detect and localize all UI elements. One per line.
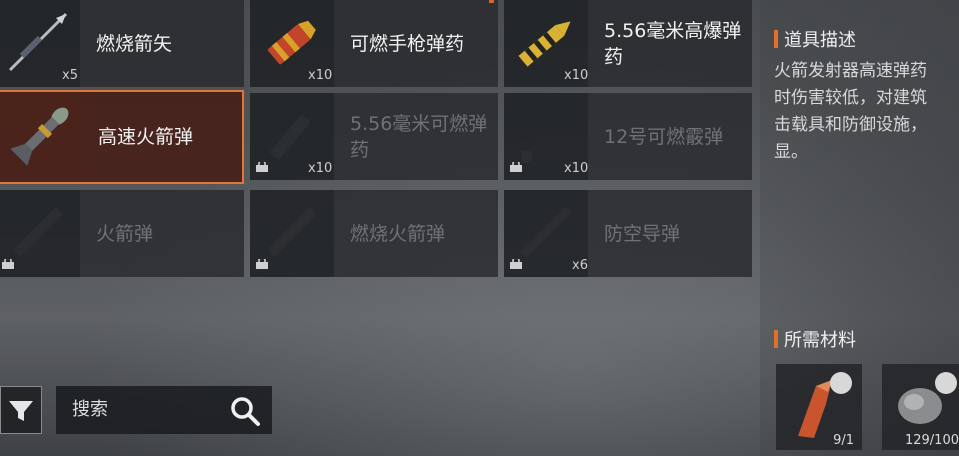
timer-icon — [830, 372, 852, 394]
description-text: 火箭发射器高速弹药 时伤害较低，对建筑 击载具和防御设施， 显。 — [774, 61, 927, 162]
item-name: 高速火箭弹 — [98, 126, 194, 148]
item-name: 12号可燃霰弹 — [604, 125, 724, 148]
item-thumbnail — [0, 92, 82, 182]
description-header: 道具描述 — [774, 26, 856, 52]
item-card-high-speed-rocket[interactable]: 高速火箭弹 — [0, 90, 244, 184]
timer-icon — [935, 372, 957, 394]
materials-header: 所需材料 — [774, 326, 856, 352]
lock-icon — [510, 259, 522, 269]
item-count: x10 — [308, 161, 333, 176]
accent-bar — [774, 30, 778, 48]
item-name: 火箭弹 — [96, 222, 154, 245]
lock-icon — [256, 162, 268, 172]
lock-icon — [510, 162, 522, 172]
lock-icon — [2, 259, 14, 269]
item-count: x5 — [62, 68, 78, 83]
lock-icon — [256, 259, 268, 269]
search-box[interactable]: 搜索 — [56, 386, 272, 434]
item-card-rocket[interactable]: 火箭弹 — [0, 190, 244, 277]
material-slot-cloth[interactable]: 9/1 — [776, 364, 862, 450]
material-slot-ore[interactable]: 129/100 — [882, 364, 959, 450]
item-name: 防空导弹 — [604, 222, 681, 245]
item-name: 燃烧火箭弹 — [350, 222, 446, 245]
description-title: 道具描述 — [784, 30, 856, 51]
item-card-burning-arrow[interactable]: 燃烧箭矢 x5 — [0, 0, 244, 87]
item-card-556-incendiary-ammo[interactable]: 5.56毫米可燃弹药 x10 — [250, 93, 498, 180]
item-count: x10 — [564, 161, 589, 176]
materials-title: 所需材料 — [784, 330, 856, 351]
item-card-pistol-ammo[interactable]: 可燃手枪弹药 x10 — [250, 0, 498, 87]
new-badge — [489, 0, 494, 3]
material-count: 9/1 — [833, 433, 854, 448]
item-name: 燃烧箭矢 — [96, 32, 173, 55]
search-icon[interactable] — [228, 394, 262, 428]
item-card-12-gauge-incendiary[interactable]: 12号可燃霰弹 x10 — [504, 93, 752, 180]
material-count: 129/100 — [904, 433, 959, 448]
detail-panel: 道具描述 火箭发射器高速弹药 时伤害较低，对建筑 击载具和防御设施， 显。 所需… — [760, 0, 959, 456]
item-name: 5.56毫米高爆弹药 — [604, 19, 742, 68]
item-card-incendiary-rocket[interactable]: 燃烧火箭弹 — [250, 190, 498, 277]
filter-button[interactable] — [0, 386, 42, 434]
filter-icon — [9, 401, 33, 421]
item-count: x10 — [564, 68, 589, 83]
rocket-icon — [10, 107, 69, 166]
search-placeholder: 搜索 — [72, 399, 108, 420]
item-name: 可燃手枪弹药 — [350, 32, 465, 55]
accent-bar — [774, 330, 778, 348]
item-count: x10 — [308, 68, 333, 83]
item-name: 5.56毫米可燃弹药 — [350, 112, 488, 161]
item-card-556-he-ammo[interactable]: 5.56毫米高爆弹药 x10 — [504, 0, 752, 87]
item-card-aa-missile[interactable]: 防空导弹 x6 — [504, 190, 752, 277]
item-count: x6 — [572, 258, 588, 273]
